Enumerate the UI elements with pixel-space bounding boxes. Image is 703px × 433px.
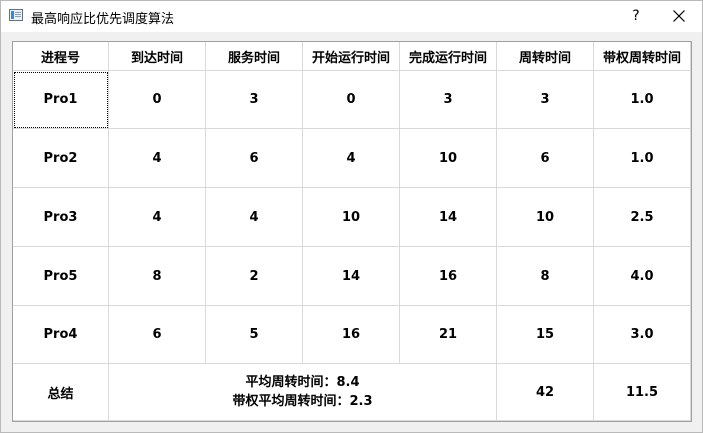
cell-turnaround[interactable]: 3 [497, 71, 594, 129]
cell-start[interactable]: 10 [303, 188, 400, 247]
cell-arrival[interactable]: 4 [109, 129, 206, 188]
cell-start[interactable]: 4 [303, 129, 400, 188]
cell-service[interactable]: 6 [206, 129, 303, 188]
cell-pid[interactable]: Pro2 [13, 129, 109, 188]
cell-weighted[interactable]: 1.0 [594, 71, 691, 129]
summary-total-weighted-turnaround[interactable]: 11.5 [594, 364, 691, 421]
cell-service[interactable]: 2 [206, 247, 303, 306]
header-service[interactable]: 服务时间 [206, 42, 303, 71]
process-result-table: 进程号 到达时间 服务时间 开始运行时间 完成运行时间 周转时间 带权周转时间 Pro1 0 3 0… [12, 41, 692, 422]
header-arrival[interactable]: 到达时间 [109, 42, 206, 71]
cell-turnaround[interactable]: 15 [497, 306, 594, 364]
cell-pid[interactable]: Pro4 [13, 306, 109, 364]
header-finish[interactable]: 完成运行时间 [400, 42, 497, 71]
help-button[interactable]: ? [613, 1, 659, 32]
cell-service[interactable]: 4 [206, 188, 303, 247]
cell-arrival[interactable]: 8 [109, 247, 206, 306]
close-button[interactable] [656, 1, 702, 32]
cell-arrival[interactable]: 6 [109, 306, 206, 364]
cell-turnaround[interactable]: 10 [497, 188, 594, 247]
header-pid[interactable]: 进程号 [13, 42, 109, 71]
header-start[interactable]: 开始运行时间 [303, 42, 400, 71]
cell-pid[interactable]: Pro1 [13, 71, 109, 129]
window-title: 最高响应比优先调度算法 [31, 12, 175, 27]
summary-label[interactable]: 总结 [13, 364, 109, 421]
cell-arrival[interactable]: 0 [109, 71, 206, 129]
cell-finish[interactable]: 16 [400, 247, 497, 306]
cell-pid[interactable]: Pro5 [13, 247, 109, 306]
header-weighted[interactable]: 带权周转时间 [594, 42, 691, 71]
header-turnaround[interactable]: 周转时间 [497, 42, 594, 71]
cell-finish[interactable]: 10 [400, 129, 497, 188]
cell-service[interactable]: 5 [206, 306, 303, 364]
title-bar: 最高响应比优先调度算法 ? [1, 1, 702, 32]
cell-weighted[interactable]: 4.0 [594, 247, 691, 306]
cell-weighted[interactable]: 2.5 [594, 188, 691, 247]
cell-arrival[interactable]: 4 [109, 188, 206, 247]
cell-start[interactable]: 16 [303, 306, 400, 364]
cell-service[interactable]: 3 [206, 71, 303, 129]
close-icon [673, 10, 685, 22]
cell-pid[interactable]: Pro3 [13, 188, 109, 247]
cell-start[interactable]: 14 [303, 247, 400, 306]
summary-averages[interactable]: 平均周转时间：8.4 带权平均周转时间：2.3 [109, 364, 497, 421]
avg-weighted-turnaround-text: 带权平均周转时间：2.3 [232, 394, 373, 409]
main-window: 最高响应比优先调度算法 ? 进程号 到达时间 服务时间 开始运行时间 完成运行时间 周转时… [0, 0, 703, 433]
cell-finish[interactable]: 14 [400, 188, 497, 247]
cell-finish[interactable]: 21 [400, 306, 497, 364]
cell-start[interactable]: 0 [303, 71, 400, 129]
cell-weighted[interactable]: 1.0 [594, 129, 691, 188]
cell-weighted[interactable]: 3.0 [594, 306, 691, 364]
avg-turnaround-text: 平均周转时间：8.4 [245, 375, 360, 390]
cell-finish[interactable]: 3 [400, 71, 497, 129]
summary-total-turnaround[interactable]: 42 [497, 364, 594, 421]
cell-turnaround[interactable]: 8 [497, 247, 594, 306]
cell-turnaround[interactable]: 6 [497, 129, 594, 188]
app-icon [9, 9, 23, 21]
